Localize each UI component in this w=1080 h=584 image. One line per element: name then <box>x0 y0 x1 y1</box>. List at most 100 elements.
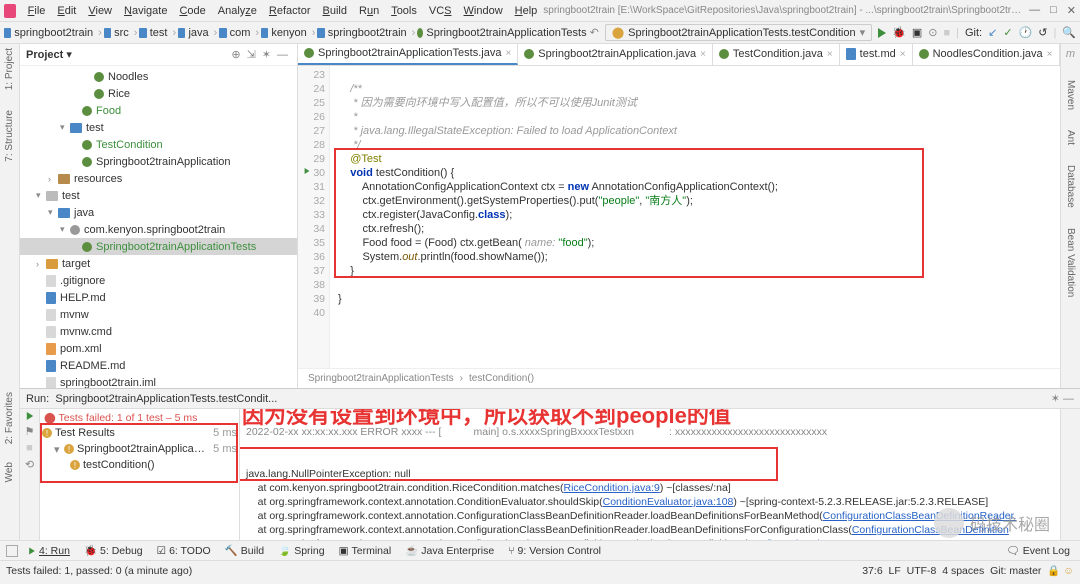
run-tab[interactable]: Springboot2trainApplicationTests.testCon… <box>55 393 277 405</box>
database-tool-tab[interactable]: Database <box>1065 165 1076 208</box>
toggle-button[interactable]: ⚑ <box>25 425 35 438</box>
tool-window-button[interactable] <box>6 545 18 557</box>
tree-row[interactable]: springboot2train.iml <box>20 374 297 388</box>
build-tool-tab[interactable]: 🔨 Build <box>221 544 268 557</box>
tree-row[interactable]: ▾java <box>20 204 297 221</box>
rerun-button[interactable] <box>26 412 32 420</box>
window-close-icon[interactable]: ✕ <box>1067 4 1076 17</box>
select-opened-button[interactable]: ⊕ <box>228 48 243 61</box>
menu-window[interactable]: Window <box>458 5 509 17</box>
crumb[interactable]: Springboot2trainApplicationTests <box>423 27 589 39</box>
java-enterprise-tool-tab[interactable]: ☕ Java Enterprise <box>401 544 498 557</box>
code-editor[interactable]: /** * 因为需要向环境中写入配置值，所以不可以使用Junit测试 * * j… <box>330 66 1060 368</box>
window-minimize-icon[interactable]: — <box>1029 4 1040 17</box>
menu-code[interactable]: Code <box>173 5 211 17</box>
maven-icon[interactable]: m <box>1066 48 1075 60</box>
tree-row[interactable]: Food <box>20 102 297 119</box>
collapse-button[interactable]: ✶ <box>259 48 274 61</box>
pin-button[interactable]: ⟲ <box>25 458 34 471</box>
crumb[interactable]: test <box>147 27 171 39</box>
test-tree[interactable]: ⬤ Tests failed: 1 of 1 test – 5 ms !Test… <box>40 409 240 540</box>
tree-row[interactable]: Rice <box>20 85 297 102</box>
favorites-tool-tab[interactable]: 2: Favorites <box>4 392 15 444</box>
project-view-selector[interactable]: Project ▾ <box>26 48 72 61</box>
tree-row[interactable]: README.md <box>20 357 297 374</box>
menu-navigate[interactable]: Navigate <box>118 5 173 17</box>
tree-row[interactable]: ›resources <box>20 170 297 187</box>
expand-button[interactable]: ⇲ <box>244 48 259 61</box>
menu-tools[interactable]: Tools <box>385 5 423 17</box>
tree-row[interactable]: Noodles <box>20 68 297 85</box>
editor-breadcrumb[interactable]: Springboot2trainApplicationTests›testCon… <box>298 368 1060 388</box>
git-commit-button[interactable]: ✓ <box>1003 26 1012 39</box>
caret-position[interactable]: 37:6 <box>862 565 882 577</box>
run-tool-tab[interactable]: 4: Run <box>24 545 74 557</box>
indent[interactable]: 4 spaces <box>942 565 984 577</box>
menu-run[interactable]: Run <box>353 5 385 17</box>
git-branch[interactable]: Git: master <box>990 565 1041 577</box>
menu-edit[interactable]: Edit <box>51 5 82 17</box>
menu-vcs[interactable]: VCS <box>423 5 458 17</box>
menu-help[interactable]: Help <box>509 5 544 17</box>
editor-tab[interactable]: Springboot2trainApplicationTests.java× <box>298 44 518 65</box>
hide-button[interactable]: — <box>274 49 291 61</box>
project-tree[interactable]: NoodlesRiceFood▾testTestConditionSpringb… <box>20 66 297 388</box>
tree-row[interactable]: ▾test <box>20 187 297 204</box>
tree-row[interactable]: ▾com.kenyon.springboot2train <box>20 221 297 238</box>
version-control-tool-tab[interactable]: ⑂ 9: Version Control <box>504 545 605 557</box>
web-tool-tab[interactable]: Web <box>4 462 15 482</box>
menu-analyze[interactable]: Analyze <box>212 5 263 17</box>
tree-row[interactable]: HELP.md <box>20 289 297 306</box>
todo-tool-tab[interactable]: ☑ 6: TODO <box>153 545 215 557</box>
window-maximize-icon[interactable]: □ <box>1050 4 1057 17</box>
crumb[interactable]: kenyon <box>268 27 309 39</box>
run-settings-button[interactable]: ✶ — <box>1051 392 1074 405</box>
run-config-selector[interactable]: ⬤Springboot2trainApplicationTests.testCo… <box>605 24 872 41</box>
menu-file[interactable]: File <box>22 5 52 17</box>
coverage-button[interactable]: ▣ <box>912 26 922 39</box>
tree-row[interactable]: Springboot2trainApplication <box>20 153 297 170</box>
editor-tab[interactable]: TestCondition.java× <box>713 44 840 65</box>
crumb[interactable]: springboot2train <box>11 27 96 39</box>
tree-row[interactable]: mvnw <box>20 306 297 323</box>
project-tool-tab[interactable]: 1: Project <box>4 48 15 90</box>
crumb[interactable]: com <box>227 27 254 39</box>
tree-row[interactable]: pom.xml <box>20 340 297 357</box>
editor-tab[interactable]: Springboot2trainApplication.java× <box>518 44 713 65</box>
editor-tab[interactable]: NoodlesCondition.java× <box>913 44 1060 65</box>
stop-button[interactable]: ■ <box>26 442 33 454</box>
menu-refactor[interactable]: Refactor <box>263 5 317 17</box>
run-button[interactable] <box>878 28 886 38</box>
spring-tool-tab[interactable]: 🍃 Spring <box>274 544 328 557</box>
git-history-button[interactable]: 🕐 <box>1019 26 1033 39</box>
editor-tab[interactable]: test.md× <box>840 44 913 65</box>
line-separator[interactable]: LF <box>889 565 901 577</box>
lock-icon[interactable]: 🔒 <box>1047 564 1060 577</box>
inspections-icon[interactable]: ☺ <box>1063 565 1074 577</box>
maven-tool-tab[interactable]: Maven <box>1065 80 1076 110</box>
search-button[interactable]: 🔍 <box>1062 26 1076 39</box>
back-button[interactable]: ↶ <box>590 26 599 39</box>
crumb[interactable]: java <box>185 27 211 39</box>
stop-button[interactable]: ■ <box>943 27 950 39</box>
encoding[interactable]: UTF-8 <box>907 565 937 577</box>
tree-row[interactable]: ›target <box>20 255 297 272</box>
tree-row[interactable]: TestCondition <box>20 136 297 153</box>
menu-build[interactable]: Build <box>317 5 353 17</box>
bean-validation-tool-tab[interactable]: Bean Validation <box>1065 228 1076 297</box>
terminal-tool-tab[interactable]: ▣ Terminal <box>335 545 396 557</box>
crumb[interactable]: src <box>111 27 132 39</box>
tree-row[interactable]: .gitignore <box>20 272 297 289</box>
menu-view[interactable]: View <box>82 5 118 17</box>
ant-tool-tab[interactable]: Ant <box>1065 130 1076 145</box>
tree-row[interactable]: mvnw.cmd <box>20 323 297 340</box>
git-update-button[interactable]: ↙ <box>988 26 997 39</box>
git-revert-button[interactable]: ↺ <box>1038 26 1047 39</box>
crumb[interactable]: springboot2train <box>325 27 410 39</box>
debug-button[interactable]: 🐞 <box>892 26 906 39</box>
structure-tool-tab[interactable]: 7: Structure <box>4 110 15 162</box>
profile-button[interactable]: ⊙ <box>928 26 937 39</box>
debug-tool-tab[interactable]: 🐞 5: Debug <box>80 544 147 557</box>
tree-row[interactable]: Springboot2trainApplicationTests <box>20 238 297 255</box>
event-log-tab[interactable]: 🗨 Event Log <box>1002 544 1074 557</box>
